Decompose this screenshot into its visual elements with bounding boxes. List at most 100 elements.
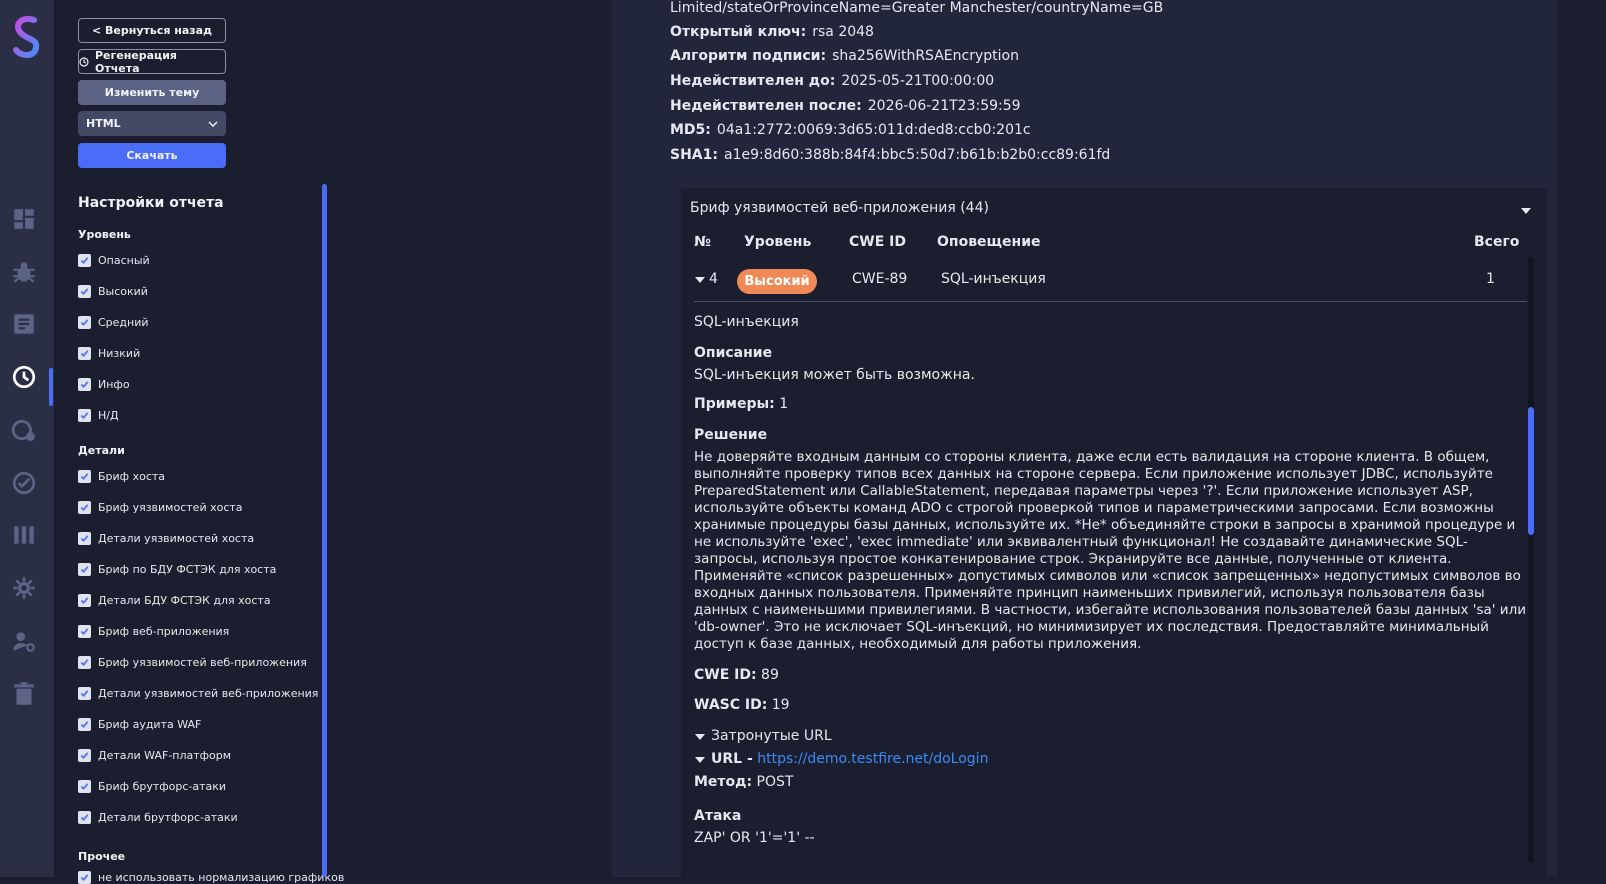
- check-icon: [80, 628, 89, 635]
- regenerate-report-label: Регенерация Отчета: [94, 48, 177, 75]
- row-divider: [694, 301, 1527, 302]
- detail-checkbox-row[interactable]: Детали WAF-платформ: [78, 749, 231, 762]
- checkbox-label: Бриф уязвимостей хоста: [98, 501, 243, 514]
- checkbox[interactable]: [78, 656, 91, 669]
- wasc-id-label: WASC ID:: [694, 697, 768, 713]
- notafter-value: 2026-06-21T23:59:59: [867, 98, 1021, 114]
- check-icon: [80, 752, 89, 759]
- level-checkbox-row[interactable]: Опасный: [78, 254, 150, 267]
- bug-icon[interactable]: [11, 259, 37, 285]
- affected-url-link[interactable]: https://demo.testfire.net/doLogin: [757, 751, 988, 767]
- checkbox[interactable]: [78, 409, 91, 422]
- check-icon: [80, 721, 89, 728]
- detail-checkbox-row[interactable]: Бриф уязвимостей веб-приложения: [78, 656, 307, 669]
- checkbox[interactable]: [78, 594, 91, 607]
- checkbox[interactable]: [78, 780, 91, 793]
- checkbox[interactable]: [78, 501, 91, 514]
- checkbox-label: Детали WAF-платформ: [98, 749, 232, 762]
- checkbox[interactable]: [78, 316, 91, 329]
- checkbox[interactable]: [78, 563, 91, 576]
- cert-sigalg: Алгоритм подписи: sha256WithRSAEncryption: [670, 48, 1019, 64]
- report-settings-panel: < Вернуться назад Регенерация Отчета Изм…: [54, 0, 612, 884]
- examples-label: Примеры:: [694, 396, 775, 412]
- checkbox[interactable]: [78, 532, 91, 545]
- checkbox-label: Бриф веб-приложения: [98, 625, 230, 638]
- detail-checkbox-row[interactable]: Бриф по БДУ ФСТЭК для хоста: [78, 563, 276, 576]
- detail-checkbox-row[interactable]: Детали БДУ ФСТЭК для хоста: [78, 594, 271, 607]
- detail-checkbox-row[interactable]: Бриф аудита WAF: [78, 718, 201, 731]
- detail-checkbox-row[interactable]: Детали уязвимостей веб-приложения: [78, 687, 318, 700]
- detail-scrollbar-thumb[interactable]: [1528, 407, 1534, 535]
- checkbox[interactable]: [78, 470, 91, 483]
- logo-icon[interactable]: [8, 12, 44, 60]
- detail-checkbox-row[interactable]: Бриф хоста: [78, 470, 165, 483]
- checkbox-label: Высокий: [98, 285, 148, 298]
- check-icon: [80, 381, 89, 388]
- check-icon: [80, 814, 89, 821]
- check-icon: [80, 412, 89, 419]
- level-checkbox-row[interactable]: Низкий: [78, 347, 140, 360]
- method: Метод: POST: [694, 774, 793, 790]
- check-icon: [80, 504, 89, 511]
- audit-icon[interactable]: [11, 470, 37, 496]
- checkbox[interactable]: [78, 749, 91, 762]
- checkbox-label: Детали уязвимостей веб-приложения: [98, 687, 319, 700]
- library-icon[interactable]: [11, 522, 37, 548]
- checkbox[interactable]: [78, 718, 91, 731]
- checkbox[interactable]: [78, 347, 91, 360]
- regenerate-report-button[interactable]: Регенерация Отчета: [78, 48, 226, 75]
- settings-title: Настройки отчета: [78, 195, 224, 211]
- wasc-id: WASC ID: 19: [694, 697, 790, 713]
- col-alert: Оповещение: [937, 234, 1041, 250]
- checkbox[interactable]: [78, 285, 91, 298]
- scan-settings-icon[interactable]: [11, 417, 37, 443]
- checkbox[interactable]: [78, 687, 91, 700]
- detail-checkbox-row[interactable]: Бриф уязвимостей хоста: [78, 501, 243, 514]
- level-checkbox-row[interactable]: Н/Д: [78, 409, 119, 422]
- detail-scrollbar-track[interactable]: [1528, 257, 1534, 862]
- checkbox[interactable]: [78, 811, 91, 824]
- detail-checkbox-row[interactable]: Детали брутфорс-атаки: [78, 811, 238, 824]
- checkbox[interactable]: [78, 871, 91, 884]
- back-button[interactable]: < Вернуться назад: [78, 18, 226, 43]
- active-nav-indicator: [49, 368, 53, 406]
- report-list-icon[interactable]: [11, 311, 37, 337]
- detail-checkbox-row[interactable]: Бриф веб-приложения: [78, 625, 229, 638]
- trash-icon[interactable]: [11, 681, 37, 707]
- reports-icon[interactable]: [11, 364, 37, 390]
- collapse-caret-icon[interactable]: [1521, 208, 1531, 214]
- checkbox[interactable]: [78, 254, 91, 267]
- pubkey-value: rsa 2048: [812, 24, 874, 40]
- cert-subject-tail: Limited/stateOrProvinceName=Greater Manc…: [670, 0, 1164, 16]
- level-checkbox-row[interactable]: Средний: [78, 316, 149, 329]
- user-settings-icon[interactable]: [11, 628, 37, 654]
- checkbox[interactable]: [78, 625, 91, 638]
- checkbox-label: Бриф аудита WAF: [98, 718, 202, 731]
- affected-urls-label[interactable]: Затронутые URL: [711, 728, 832, 744]
- settings-icon[interactable]: [11, 575, 37, 601]
- notbefore-label: Недействителен до:: [670, 73, 836, 89]
- vuln-brief-title: Бриф уязвимостей веб-приложения (44): [690, 200, 989, 216]
- level-section-label: Уровень: [78, 228, 131, 241]
- check-icon: [80, 783, 89, 790]
- format-select[interactable]: HTML: [78, 111, 226, 136]
- other-checkbox-row[interactable]: не использовать нормализацию графиков: [78, 871, 344, 884]
- checkbox-label: Бриф брутфорс-атаки: [98, 780, 227, 793]
- col-total: Всего: [1474, 234, 1520, 250]
- row-alert: SQL-инъекция: [941, 271, 1046, 287]
- check-icon: [80, 690, 89, 697]
- affected-caret-icon[interactable]: [695, 734, 705, 740]
- dashboard-icon[interactable]: [11, 206, 37, 232]
- desc-text: SQL-инъекция может быть возможна.: [694, 367, 975, 383]
- detail-checkbox-row[interactable]: Бриф брутфорс-атаки: [78, 780, 226, 793]
- settings-scrollbar[interactable]: [322, 184, 327, 877]
- level-checkbox-row[interactable]: Инфо: [78, 378, 130, 391]
- download-button[interactable]: Скачать: [78, 143, 226, 168]
- level-checkbox-row[interactable]: Высокий: [78, 285, 148, 298]
- change-theme-button[interactable]: Изменить тему: [78, 80, 226, 105]
- checkbox[interactable]: [78, 378, 91, 391]
- check-icon: [80, 535, 89, 542]
- detail-checkbox-row[interactable]: Детали уязвимостей хоста: [78, 532, 254, 545]
- url-caret-icon[interactable]: [695, 757, 705, 763]
- row-expand-caret-icon[interactable]: [695, 277, 705, 283]
